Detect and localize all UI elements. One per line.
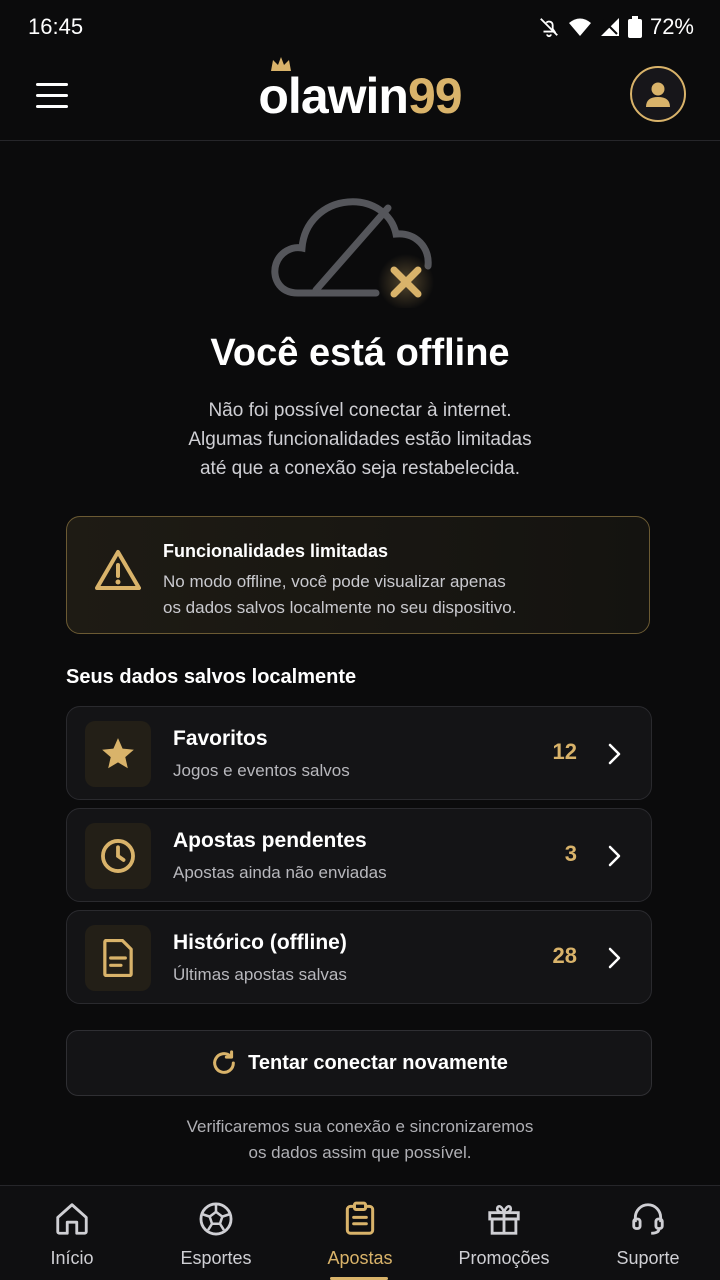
nav-label: Início — [50, 1248, 94, 1268]
bottom-navigation: Início Esportes Apostas Promoções Suport… — [0, 1185, 720, 1280]
signal-icon — [600, 18, 619, 36]
status-bar: 16:45 72% — [0, 0, 720, 56]
bell-off-icon — [540, 18, 558, 38]
sync-note: Verificaremos sua conexão e sincronizare… — [130, 1114, 590, 1166]
logo-text-white: olawin — [258, 68, 409, 124]
pending-bets-icon-box — [85, 823, 151, 889]
refresh-icon — [213, 1050, 235, 1074]
warning-title: Funcionalidades limitadas — [163, 541, 389, 561]
star-icon — [102, 738, 134, 769]
nav-esportes[interactable]: Esportes — [144, 1186, 288, 1280]
app-header: olawin99 — [0, 56, 720, 141]
warning-line: os dados salvos localmente no seu dispos… — [163, 598, 517, 617]
logo-text-gold: 99 — [407, 68, 463, 124]
item-count: 3 — [564, 841, 577, 866]
document-icon — [103, 939, 133, 977]
battery-icon — [627, 16, 642, 38]
warning-text: No modo offline, você pode visualizar ap… — [163, 569, 633, 621]
favorites-item[interactable]: Favoritos Jogos e eventos salvos 12 — [66, 706, 652, 800]
gift-icon — [488, 1204, 520, 1235]
nav-label: Promoções — [458, 1248, 550, 1268]
betslip-icon — [345, 1201, 375, 1235]
note-line: os dados assim que possível. — [248, 1143, 472, 1162]
status-time: 16:45 — [28, 14, 84, 39]
nav-label: Suporte — [616, 1248, 680, 1268]
nav-promocoes[interactable]: Promoções — [432, 1186, 576, 1280]
item-subtitle: Jogos e eventos salvos — [173, 761, 350, 780]
desc-line: até que a conexão seja restabelecida. — [199, 458, 521, 479]
offline-cloud-icon — [268, 178, 440, 310]
battery-percent: 72% — [649, 14, 694, 39]
history-icon-box — [85, 925, 151, 991]
nav-inicio[interactable]: Início — [0, 1186, 144, 1280]
desc-line: Não foi possível conectar à internet. — [208, 400, 512, 421]
profile-avatar-button[interactable] — [630, 66, 686, 122]
chevron-right-icon — [608, 845, 621, 867]
limited-features-card: Funcionalidades limitadas No modo offlin… — [66, 516, 650, 634]
user-icon — [646, 82, 670, 107]
nav-apostas[interactable]: Apostas — [288, 1186, 432, 1280]
chevron-right-icon — [608, 743, 621, 765]
chevron-right-icon — [608, 947, 621, 969]
local-data-section-title: Seus dados salvos localmente — [66, 666, 357, 688]
clock-icon — [101, 839, 135, 873]
offline-title: Você está offline — [210, 332, 510, 374]
headset-icon — [632, 1203, 664, 1235]
favorites-icon-box — [85, 721, 151, 787]
home-icon — [56, 1203, 88, 1235]
item-count: 28 — [552, 943, 577, 968]
status-icons: 72% — [538, 14, 694, 40]
wifi-icon — [568, 18, 591, 36]
item-label: Favoritos — [173, 727, 268, 750]
nav-label: Esportes — [180, 1248, 252, 1268]
item-label: Apostas pendentes — [173, 829, 367, 852]
pending-bets-item[interactable]: Apostas pendentes Apostas ainda não envi… — [66, 808, 652, 902]
offline-history-item[interactable]: Histórico (offline) Últimas apostas salv… — [66, 910, 652, 1004]
retry-button-label: Tentar conectar novamente — [248, 1051, 508, 1074]
offline-description: Não foi possível conectar à internet. Al… — [110, 396, 610, 483]
item-count: 12 — [552, 739, 577, 764]
nav-label: Apostas — [327, 1248, 393, 1268]
brand-logo[interactable]: olawin99 — [0, 66, 720, 126]
item-subtitle: Apostas ainda não enviadas — [173, 863, 387, 882]
desc-line: Algumas funcionalidades estão limitadas — [188, 429, 532, 450]
note-line: Verificaremos sua conexão e sincronizare… — [186, 1117, 534, 1136]
item-label: Histórico (offline) — [173, 931, 347, 954]
warning-line: No modo offline, você pode visualizar ap… — [163, 572, 506, 591]
nav-suporte[interactable]: Suporte — [576, 1186, 720, 1280]
item-subtitle: Últimas apostas salvas — [173, 965, 347, 984]
warning-icon — [95, 550, 141, 590]
retry-connection-button[interactable]: Tentar conectar novamente — [66, 1030, 652, 1096]
soccer-ball-icon — [199, 1202, 233, 1236]
